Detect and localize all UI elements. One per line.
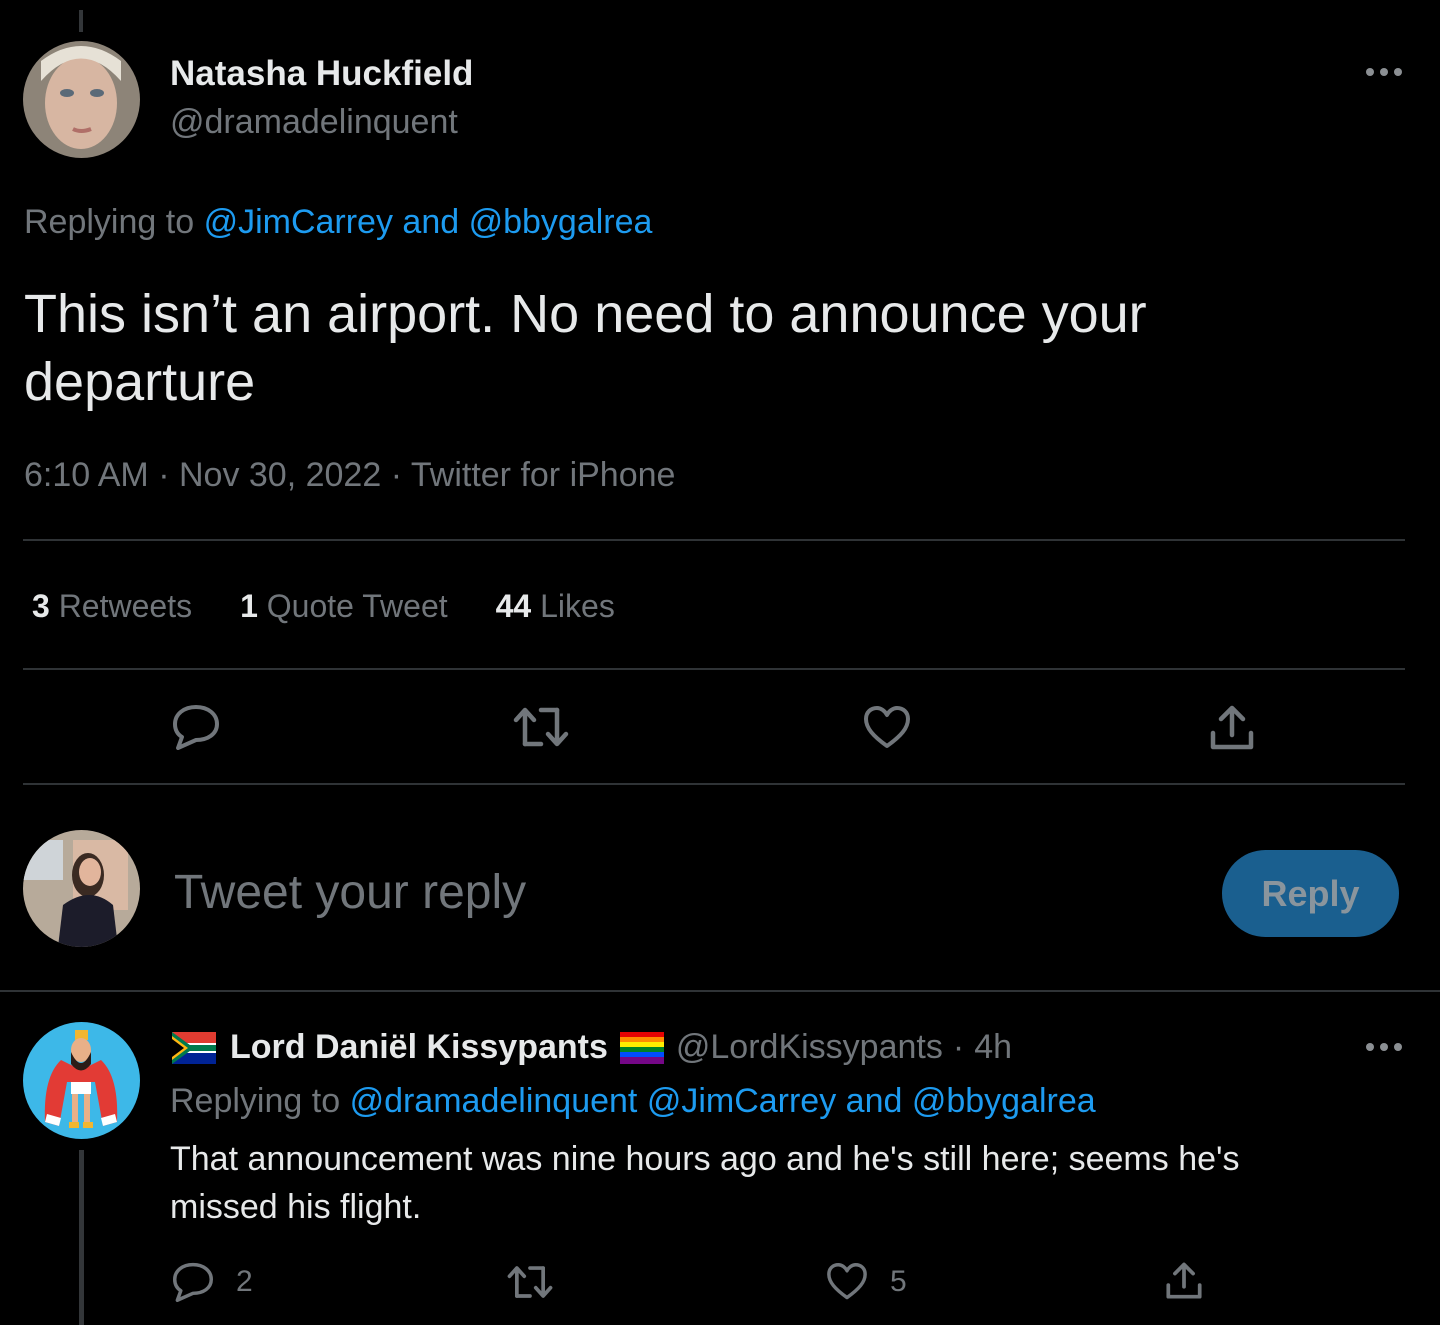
likes-stat[interactable]: 44 Likes: [496, 588, 615, 625]
reply-retweet-button[interactable]: [507, 1264, 553, 1300]
retweet-button[interactable]: [513, 706, 569, 748]
reply-reply-button[interactable]: 2: [172, 1262, 253, 1302]
reply-icon: [173, 705, 219, 750]
retweet-icon: [507, 1266, 553, 1298]
retweets-label: Retweets: [58, 588, 193, 624]
separator: ·: [158, 456, 170, 494]
engagement-stats: 3 Retweets 1 Quote Tweet 44 Likes: [32, 588, 615, 625]
reply-share-button[interactable]: [1165, 1262, 1203, 1300]
current-user-avatar[interactable]: [23, 830, 140, 947]
retweet-icon: [513, 707, 569, 747]
author-handle[interactable]: @dramadelinquent: [170, 103, 458, 142]
retweets-stat[interactable]: 3 Retweets: [32, 588, 192, 625]
reply-more-options-button[interactable]: [1366, 1043, 1402, 1051]
replying-prefix: Replying to: [24, 203, 195, 241]
reply-button[interactable]: [172, 704, 220, 750]
quote-tweets-stat[interactable]: 1 Quote Tweet: [240, 588, 448, 625]
share-icon: [1210, 705, 1254, 750]
reply-input[interactable]: [174, 862, 1174, 922]
likes-label: Likes: [540, 588, 615, 624]
reply-age[interactable]: 4h: [974, 1028, 1012, 1067]
reply-author-line: Lord Daniël Kissypants @LordKissypants ·…: [172, 1028, 1012, 1067]
thread-connector-top: [79, 10, 83, 32]
like-icon: [864, 706, 910, 748]
divider: [23, 668, 1405, 670]
divider: [23, 539, 1405, 541]
reply-text-line: That announcement was nine hours ago and…: [170, 1140, 1240, 1178]
tweet-text-line: This isn’t an airport. No need to announ…: [24, 284, 1147, 344]
separator: ·: [952, 1028, 965, 1066]
separator: ·: [390, 456, 403, 494]
more-dot-icon: [1394, 1043, 1402, 1051]
author-name[interactable]: Natasha Huckfield: [170, 54, 473, 94]
replying-prefix: Replying to: [170, 1082, 341, 1120]
share-button[interactable]: [1209, 705, 1255, 751]
south-africa-flag-icon: [172, 1031, 216, 1064]
divider: [23, 783, 1405, 785]
author-avatar[interactable]: [23, 41, 140, 158]
reply-text-line: missed his flight.: [170, 1188, 422, 1226]
rainbow-flag-icon: [619, 1031, 664, 1064]
reply-author-handle[interactable]: @LordKissypants: [676, 1028, 943, 1067]
tweet-text: This isn’t an airport. No need to announ…: [24, 280, 1147, 416]
more-dot-icon: [1380, 1043, 1388, 1051]
tweet-meta: 6:10 AM · Nov 30, 2022 · Twitter for iPh…: [24, 456, 675, 495]
share-icon: [1166, 1262, 1202, 1299]
replying-to-line: Replying to @JimCarrey and @bbygalrea: [24, 203, 652, 242]
reply-count: 2: [236, 1265, 253, 1298]
reply-like-button[interactable]: 5: [826, 1263, 907, 1301]
replying-to-mentions[interactable]: @dramadelinquent @JimCarrey and @bbygalr…: [350, 1082, 1096, 1120]
likes-count: 44: [495, 588, 532, 624]
like-button[interactable]: [863, 706, 911, 750]
replying-to-mentions[interactable]: @JimCarrey and @bbygalrea: [204, 203, 653, 241]
like-count: 5: [890, 1265, 907, 1298]
reply-icon: [173, 1262, 213, 1302]
reply-replying-to-line: Replying to @dramadelinquent @JimCarrey …: [170, 1082, 1096, 1121]
tweet-text-line: departure: [24, 352, 256, 412]
more-dot-icon: [1366, 1043, 1374, 1051]
tweet-time[interactable]: 6:10 AM: [24, 456, 149, 494]
more-dot-icon: [1394, 68, 1402, 76]
quotes-label: Quote Tweet: [266, 588, 448, 624]
tweet-date[interactable]: Nov 30, 2022: [179, 456, 381, 494]
reply-author-avatar[interactable]: [23, 1022, 140, 1139]
thread-connector: [79, 1150, 84, 1325]
tweet-source[interactable]: Twitter for iPhone: [411, 456, 676, 494]
more-dot-icon: [1380, 68, 1388, 76]
quotes-count: 1: [240, 588, 258, 624]
more-dot-icon: [1366, 68, 1374, 76]
reply-author-name[interactable]: Lord Daniël Kissypants: [230, 1028, 608, 1067]
reply-submit-button[interactable]: Reply: [1222, 850, 1399, 937]
more-options-button[interactable]: [1366, 68, 1402, 76]
like-icon: [827, 1263, 867, 1300]
reply-text: That announcement was nine hours ago and…: [170, 1135, 1240, 1231]
divider: [0, 990, 1440, 992]
retweets-count: 3: [32, 588, 50, 624]
